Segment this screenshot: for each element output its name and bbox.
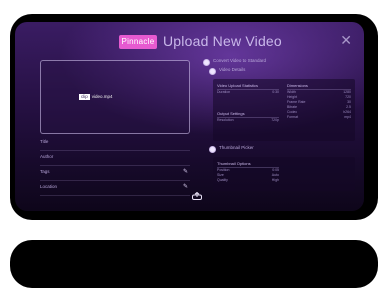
upload-icon[interactable] [192,192,202,200]
modal-header: Pinnacle Upload New Video ✕ [15,32,364,52]
option-thumbnail[interactable]: Thumbnail Picker [209,145,353,154]
option-label: Thumbnail Picker [219,145,254,150]
field-label: Location [40,184,58,189]
upload-modal: Pinnacle Upload New Video ✕ clip video.m… [15,22,364,211]
option-convert[interactable]: Convert Video to Standard [203,58,353,67]
option-details[interactable]: Video Details [209,67,353,76]
radio-icon[interactable] [209,68,216,75]
stats-col-right: Dimensions Width 1280 Height 720 Frame R… [287,83,351,120]
file-chip: clip video.mp4 [79,94,113,100]
table-row [217,100,279,105]
cell-label: Resolution [217,118,234,122]
bottom-bar [10,240,378,288]
table-row: Resolution 720p [217,118,279,123]
table-row: Quality High [217,178,279,183]
cell-label: Quality [217,178,228,182]
stats-table: Video Upload Statistics Duration 0:30 Ou… [213,79,355,141]
file-chip-name: clip [79,94,90,100]
thumbnail-table: Thumbnail Options Position 0:05 Size Aut… [213,157,355,191]
metadata-fields: Title Author Tags ✎ Location ✎ [40,136,190,196]
thumb-header: Thumbnail Options [217,161,279,168]
table-row: Format mp4 [287,115,351,120]
title-field[interactable]: Title [40,136,190,151]
options-panel: Convert Video to Standard Video Details … [203,58,355,191]
brand-badge: Pinnacle [119,35,157,49]
cell-label: Duration [217,90,231,94]
video-preview[interactable]: clip video.mp4 [40,60,190,134]
cell-value: High [271,178,279,182]
thumb-col: Thumbnail Options Position 0:05 Size Aut… [217,161,279,183]
pencil-icon[interactable]: ✎ [183,183,188,190]
file-chip-label: video.mp4 [91,94,113,99]
stats-header: Output Settings [217,111,279,118]
cell-value: 0:30 [272,90,279,94]
stats-header: Dimensions [287,83,351,90]
location-field[interactable]: Location ✎ [40,181,190,196]
option-label: Video Details [219,67,246,72]
cell-value: 720p [271,118,279,122]
radio-icon[interactable] [203,59,210,66]
tags-field[interactable]: Tags ✎ [40,166,190,181]
pencil-icon[interactable]: ✎ [183,168,188,175]
modal-title: Upload New Video [163,33,282,49]
author-field[interactable]: Author [40,151,190,166]
field-label: Tags [40,169,50,174]
field-label: Title [40,139,49,144]
field-label: Author [40,154,54,159]
close-icon[interactable]: ✕ [340,33,352,47]
stats-header: Video Upload Statistics [217,83,279,90]
stats-col-left: Video Upload Statistics Duration 0:30 Ou… [217,83,279,123]
option-label: Convert Video to Standard [213,58,266,63]
radio-icon[interactable] [209,146,216,153]
cell-value: mp4 [344,115,351,119]
cell-label: Format [287,115,299,119]
